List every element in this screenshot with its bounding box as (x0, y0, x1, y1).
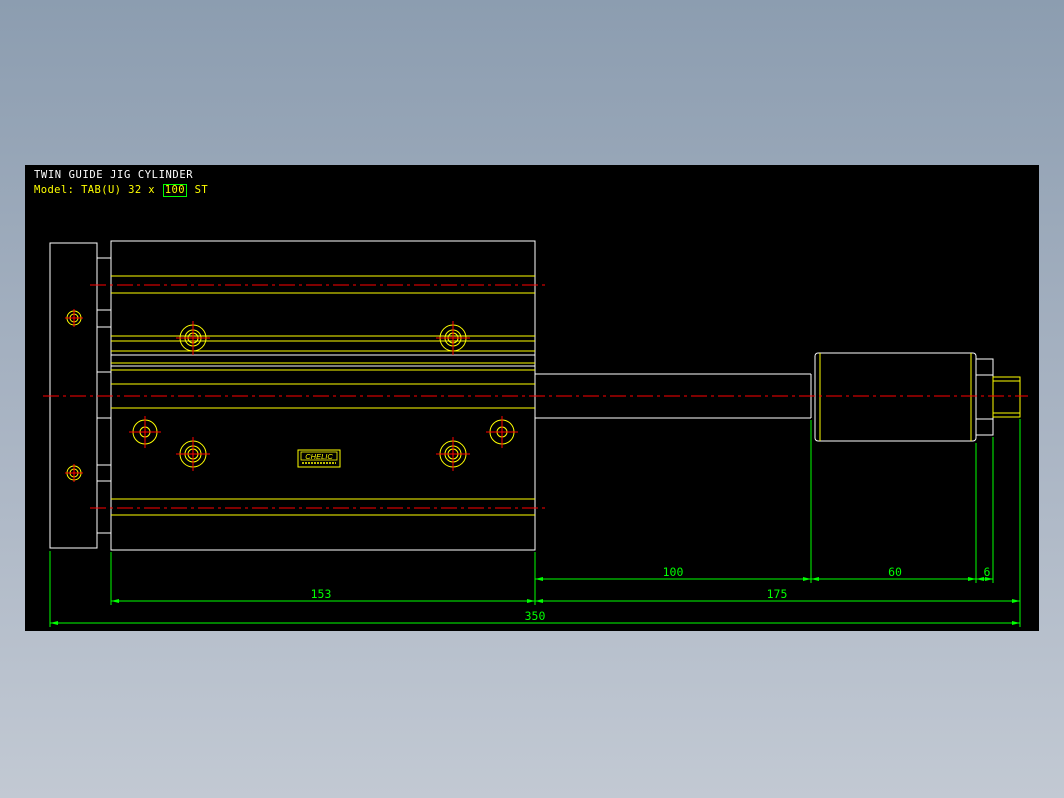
dim-stroke: 100 (663, 565, 684, 579)
rod-end-block (814, 352, 977, 442)
dim-rod-total: 175 (767, 587, 788, 601)
brand-plate: CHELIC (297, 449, 341, 468)
dim-thread: 6 (984, 565, 991, 579)
dim-body-length: 153 (311, 587, 332, 601)
threaded-stud (992, 376, 1021, 418)
dim-overall: 350 (525, 609, 546, 623)
hex-nut (975, 358, 994, 436)
brand-plate-text: CHELIC (305, 452, 333, 461)
cad-viewport[interactable]: TWIN GUIDE JIG CYLINDER Model: TAB(U) 32… (25, 165, 1039, 631)
cylinder-drawing: CHELIC 100 60 6 153 175 350 (43, 240, 1028, 627)
dim-end-block: 60 (888, 565, 902, 579)
